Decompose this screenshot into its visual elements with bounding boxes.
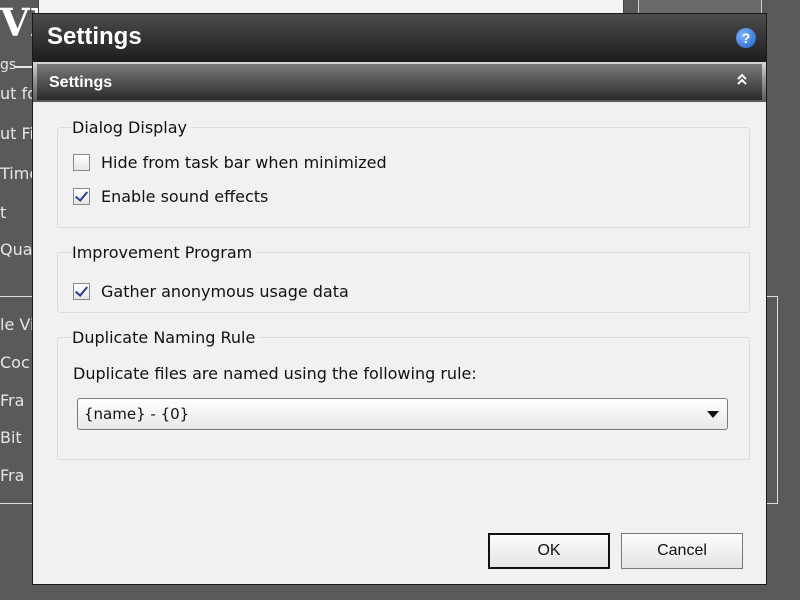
group-title: Dialog Display: [72, 118, 192, 137]
naming-rule-value: {name} - {0}: [84, 405, 190, 423]
hide-taskbar-option[interactable]: Hide from task bar when minimized: [73, 151, 387, 173]
ok-button[interactable]: OK: [488, 533, 610, 569]
group-title: Duplicate Naming Rule: [72, 328, 260, 347]
background-label: Qua: [0, 240, 33, 259]
dialog-display-group: Dialog Display: [57, 118, 750, 228]
background-label: gs: [0, 57, 17, 73]
usage-data-label[interactable]: Gather anonymous usage data: [101, 282, 349, 301]
background-label: Coc: [0, 353, 30, 372]
naming-rule-select[interactable]: {name} - {0}: [77, 398, 728, 430]
hide-taskbar-label[interactable]: Hide from task bar when minimized: [101, 153, 387, 172]
dropdown-arrow-icon[interactable]: [707, 411, 719, 418]
sound-effects-checkbox[interactable]: [73, 187, 90, 205]
background-label: le Vi: [0, 315, 35, 334]
dialog-titlebar[interactable]: Settings ?: [33, 14, 766, 62]
cancel-button[interactable]: Cancel: [621, 533, 743, 569]
background-label: Fra: [0, 466, 25, 485]
help-icon[interactable]: ?: [736, 28, 756, 48]
sound-effects-label[interactable]: Enable sound effects: [101, 187, 268, 206]
background-label: t: [0, 203, 7, 222]
section-header-bar: Settings: [37, 64, 762, 100]
usage-data-checkbox[interactable]: [73, 282, 90, 300]
group-title: Improvement Program: [72, 243, 257, 262]
section-title: Settings: [49, 74, 113, 91]
usage-data-option[interactable]: Gather anonymous usage data: [73, 280, 349, 302]
hide-taskbar-checkbox[interactable]: [73, 153, 90, 171]
settings-dialog: Settings ? Settings Dialog Display Hide …: [32, 13, 767, 585]
double-chevron-up-icon[interactable]: [736, 72, 748, 89]
dialog-title: Settings: [47, 23, 142, 50]
settings-section-header[interactable]: Settings: [33, 62, 766, 102]
duplicate-rule-description: Duplicate files are named using the foll…: [73, 364, 477, 383]
sound-effects-option[interactable]: Enable sound effects: [73, 185, 268, 207]
background-label: Bit: [0, 428, 22, 447]
background-label: Fra: [0, 391, 25, 410]
